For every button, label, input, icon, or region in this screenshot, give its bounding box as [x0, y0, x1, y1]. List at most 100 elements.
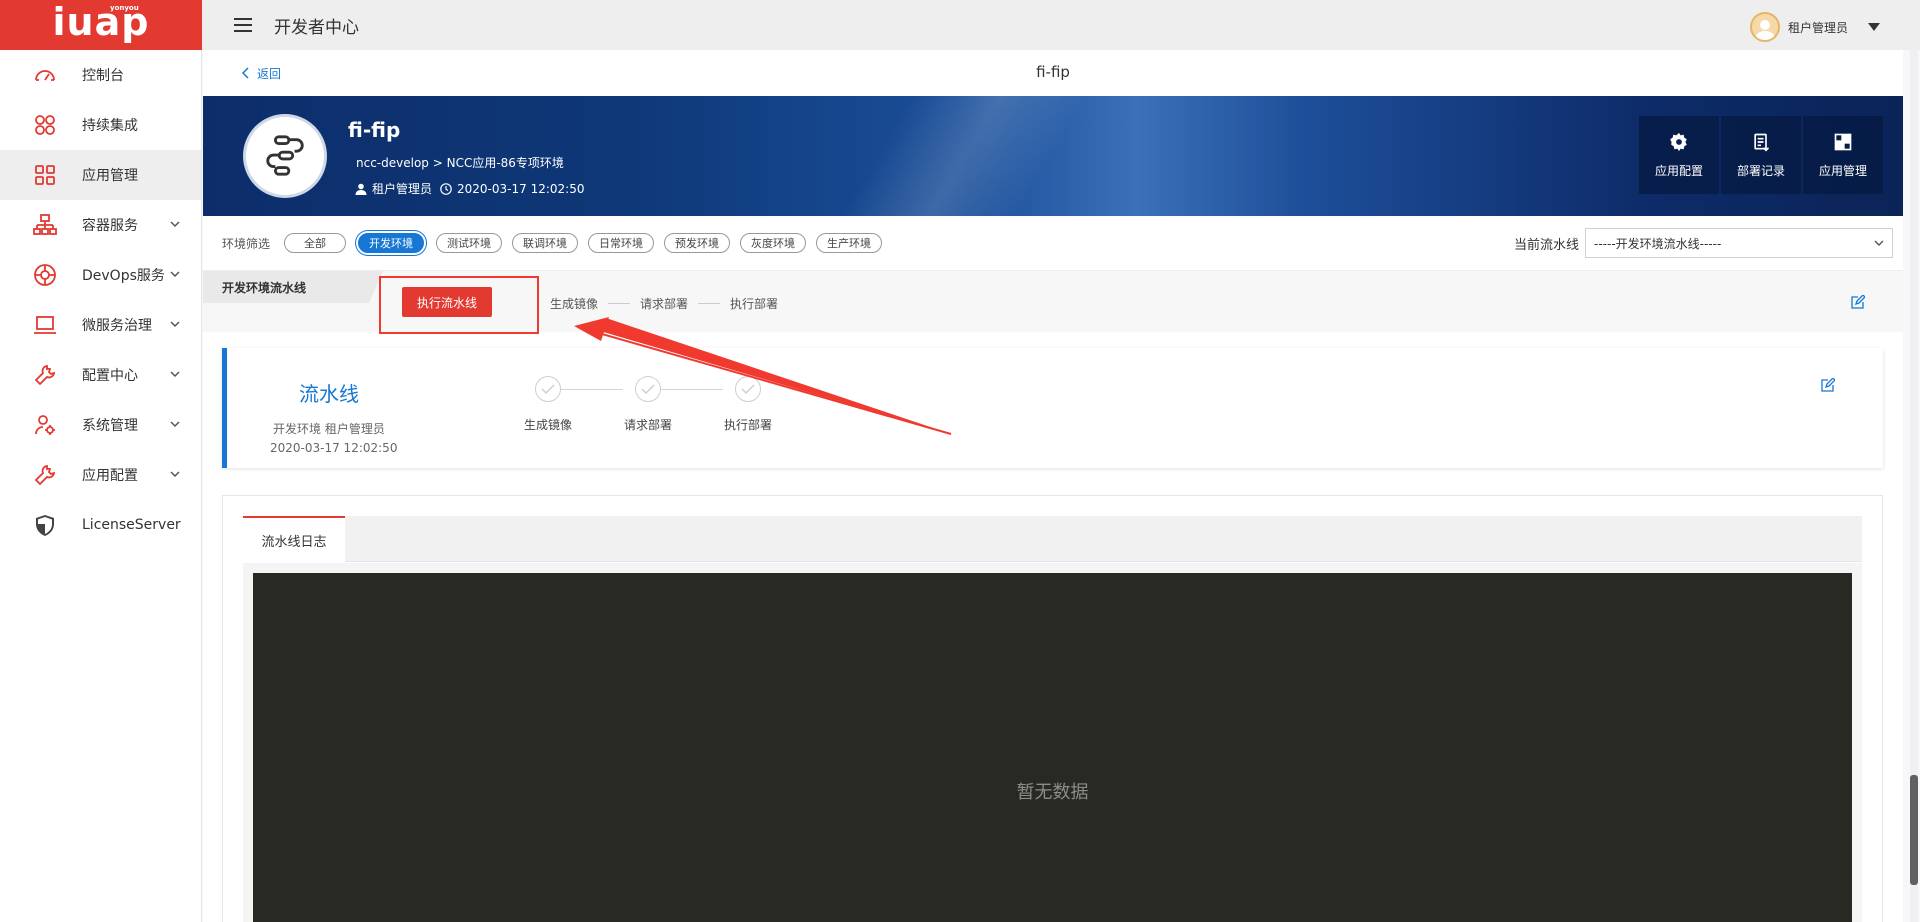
pipeline-select-value: -----开发环境流水线-----	[1594, 236, 1722, 251]
sidebar-item-label: 应用配置	[82, 468, 138, 484]
sidebar-item-label: 容器服务	[82, 218, 138, 234]
sidebar-item-dashboard[interactable]: 控制台	[0, 50, 201, 100]
run-pipeline-button[interactable]: 执行流水线	[402, 287, 492, 317]
top-header: 开发者中心 租户管理员	[202, 0, 1920, 50]
edit-icon[interactable]	[1851, 295, 1865, 309]
wrench-icon	[32, 362, 58, 388]
banner-actions: 应用配置 部署记录 应用管理	[1637, 116, 1883, 194]
sidebar-item-label: 持续集成	[82, 118, 138, 134]
pipeline-card: 流水线 开发环境 租户管理员 2020-03-17 12:02:50 生成镜像 …	[222, 348, 1883, 468]
sidebar-item-license[interactable]: LicenseServer	[0, 500, 201, 550]
container-icon	[32, 212, 58, 238]
pipeline-strip: 开发环境流水线 执行流水线 生成镜像 请求部署 执行部署	[203, 270, 1903, 334]
back-bar: 返回 fi-fip	[203, 50, 1903, 96]
menu-icon[interactable]	[234, 17, 254, 33]
app-logo	[243, 114, 327, 198]
log-tabs: 流水线日志	[243, 516, 1862, 562]
env-chip-prod[interactable]: 生产环境	[816, 233, 883, 253]
log-terminal[interactable]: 暂无数据	[253, 573, 1852, 922]
brand-logo[interactable]: iuap yonyou	[0, 0, 202, 50]
pipeline-select-label: 当前流水线	[1513, 238, 1579, 253]
tab-pipeline-log[interactable]: 流水线日志	[243, 516, 345, 562]
chevron-down-icon	[1874, 240, 1884, 246]
step-label: 执行部署	[723, 418, 772, 432]
app-config-label: 应用配置	[1654, 163, 1703, 178]
step-label: 生成镜像	[550, 297, 599, 311]
clock-icon	[440, 182, 452, 195]
app-config-button[interactable]: 应用配置	[1639, 116, 1719, 194]
pipeline-card-title[interactable]: 流水线	[299, 378, 359, 407]
header-title: 开发者中心	[274, 17, 359, 38]
shield-icon	[32, 512, 58, 538]
step-label: 生成镜像	[523, 418, 572, 432]
pipeline-card-date: 2020-03-17 12:02:50	[270, 441, 398, 455]
app-banner: fi-fip ncc-develop > NCC应用-86专项环境 租户管理员 …	[203, 96, 1903, 216]
chevron-down-icon	[170, 421, 180, 428]
devops-icon	[32, 262, 58, 288]
chevron-down-icon	[170, 471, 180, 478]
env-chip-all[interactable]: 全部	[284, 233, 347, 253]
deploy-record-label: 部署记录	[1736, 163, 1785, 178]
env-chip-test[interactable]: 测试环境	[436, 233, 503, 253]
dashboard-icon	[32, 62, 58, 88]
env-chip-dev[interactable]: 开发环境	[358, 233, 425, 253]
user-name: 租户管理员	[1787, 20, 1848, 35]
app-time: 2020-03-17 12:02:50	[457, 181, 585, 196]
sidebar-item-label: LicenseServer	[82, 517, 181, 533]
app-breadcrumb: ncc-develop > NCC应用-86专项环境	[356, 156, 564, 170]
env-filter-label: 环境筛选	[222, 236, 271, 251]
step-label: 执行部署	[730, 297, 779, 311]
ci-icon	[32, 112, 58, 138]
chevron-down-icon	[170, 221, 180, 228]
step-execute-deploy: 执行部署	[718, 376, 778, 433]
sidebar-item-config-center[interactable]: 配置中心	[0, 350, 201, 400]
app-meta: 租户管理员 2020-03-17 12:02:50	[355, 180, 584, 197]
sidebar-item-app-management[interactable]: 应用管理	[0, 150, 201, 200]
pipeline-flow-icon	[266, 135, 304, 176]
sidebar-item-ci[interactable]: 持续集成	[0, 100, 201, 150]
chevron-down-icon	[170, 321, 180, 328]
back-link[interactable]: 返回	[241, 65, 281, 82]
empty-state-text: 暂无数据	[1016, 782, 1089, 803]
caret-down-icon	[1868, 23, 1880, 31]
main-content: 返回 fi-fip fi-fip ncc-develop > NCC应用-86专…	[203, 50, 1903, 922]
sidebar-item-label: 应用管理	[82, 168, 138, 184]
avatar	[1749, 12, 1780, 42]
env-chip-daily[interactable]: 日常环境	[588, 233, 655, 253]
check-icon	[635, 376, 661, 402]
sidebar: 控制台 持续集成 应用管理 容器服务 DevOps服务 微服务治理 配置中心 系…	[0, 50, 202, 922]
sidebar-item-microservice[interactable]: 微服务治理	[0, 300, 201, 350]
sidebar-item-app-config[interactable]: 应用配置	[0, 450, 201, 500]
sidebar-item-label: 微服务治理	[82, 318, 152, 334]
check-icon	[535, 376, 561, 402]
pipeline-card-sub: 开发环境 租户管理员	[273, 422, 385, 436]
sidebar-item-container[interactable]: 容器服务	[0, 200, 201, 250]
scrollbar-thumb[interactable]	[1910, 775, 1918, 885]
pipeline-select[interactable]: -----开发环境流水线-----	[1585, 228, 1893, 258]
sidebar-item-devops[interactable]: DevOps服务	[0, 250, 201, 300]
apps-grid-icon	[32, 162, 58, 188]
env-chip-gray[interactable]: 灰度环境	[740, 233, 807, 253]
sidebar-item-label: 系统管理	[82, 418, 138, 434]
app-manage-button[interactable]: 应用管理	[1803, 116, 1883, 194]
step-label: 请求部署	[623, 418, 672, 432]
wrench-icon	[32, 462, 58, 488]
page-title: fi-fip	[1036, 63, 1070, 81]
log-panel: 流水线日志 暂无数据	[222, 495, 1883, 922]
sidebar-item-label: 配置中心	[82, 368, 138, 384]
chevron-down-icon	[170, 271, 180, 278]
chevron-down-icon	[170, 371, 180, 378]
page-scrollbar[interactable]	[1910, 50, 1918, 922]
step-request-deploy: 请求部署	[618, 376, 678, 433]
sidebar-item-system[interactable]: 系统管理	[0, 400, 201, 450]
deploy-record-button[interactable]: 部署记录	[1721, 116, 1801, 194]
env-chip-integration[interactable]: 联调环境	[512, 233, 579, 253]
user-menu[interactable]: 租户管理员	[1749, 12, 1880, 42]
document-icon	[1754, 133, 1770, 152]
chevron-left-icon	[241, 67, 249, 79]
env-filter-bar: 环境筛选 全部 开发环境 测试环境 联调环境 日常环境 预发环境 灰度环境 生产…	[203, 216, 1903, 270]
sidebar-item-label: 控制台	[82, 68, 124, 84]
pipeline-tab[interactable]: 开发环境流水线	[203, 271, 383, 303]
edit-icon[interactable]	[1821, 378, 1835, 392]
env-chip-preprod[interactable]: 预发环境	[664, 233, 731, 253]
